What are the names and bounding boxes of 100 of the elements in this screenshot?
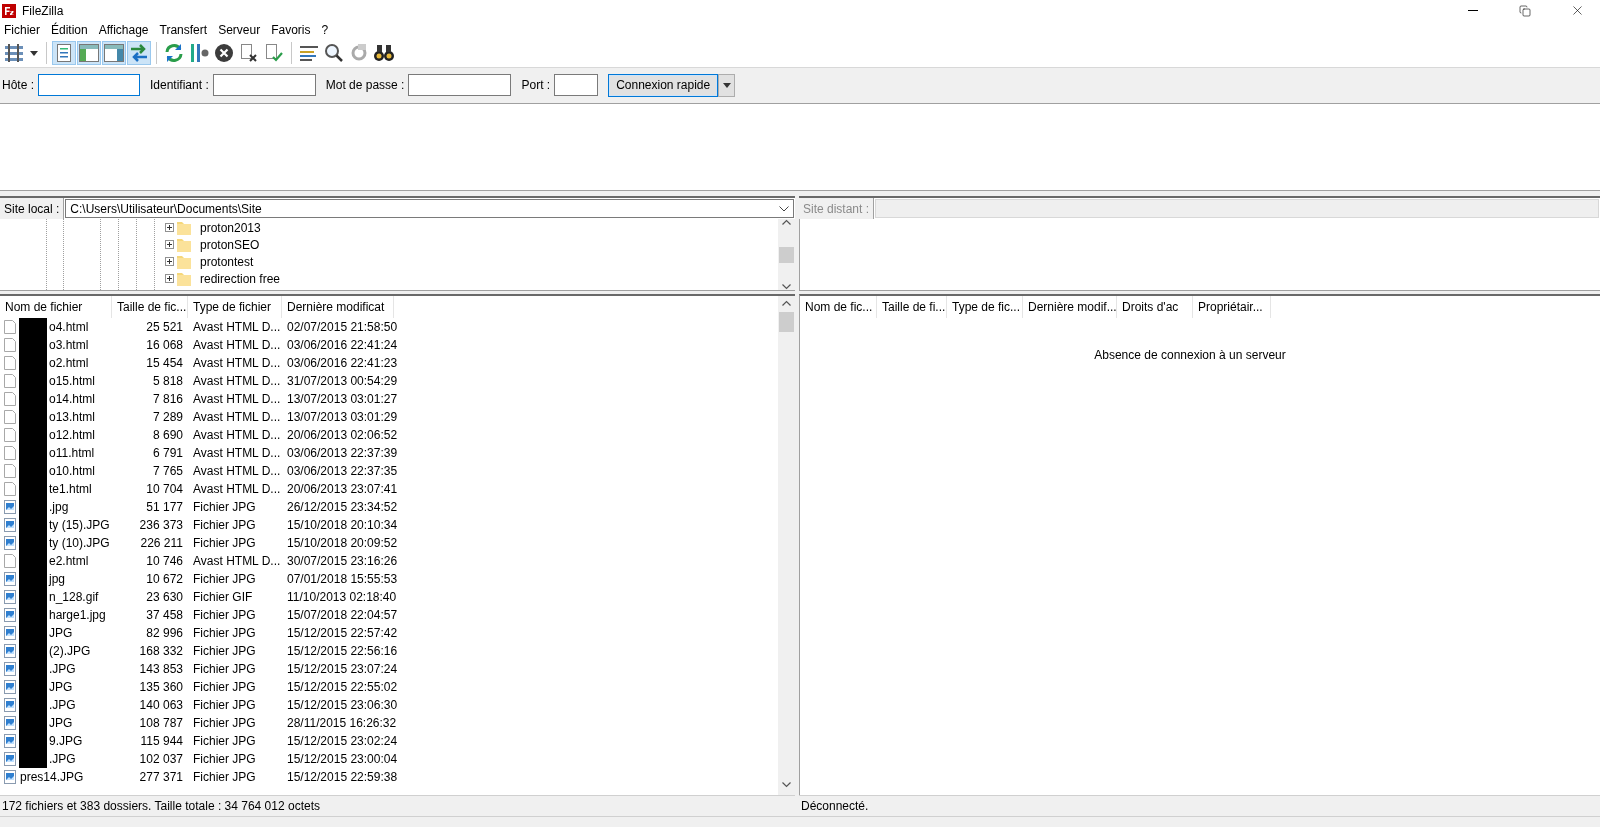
input-field[interactable]: [212, 74, 316, 96]
expand-toggle[interactable]: [165, 240, 174, 249]
expand-toggle[interactable]: [165, 223, 174, 232]
file-name: o4.html: [49, 320, 89, 334]
binoculars-icon: [373, 44, 395, 62]
file-size: 15 454: [145, 356, 184, 370]
column-header[interactable]: Taille de fi...: [877, 296, 947, 318]
column-header[interactable]: Nom de fic...: [800, 296, 877, 318]
scroll-down-icon[interactable]: [782, 782, 791, 788]
file-type: Fichier JPG: [192, 734, 257, 748]
folder-icon: [177, 254, 191, 269]
file-name: (2).JPG: [49, 644, 91, 658]
expand-toggle[interactable]: [165, 274, 174, 283]
caret-icon: [722, 82, 731, 88]
file-name: harge1.jpg: [49, 608, 106, 622]
menu-item[interactable]: ?: [321, 21, 336, 39]
file-name: o10.html: [49, 464, 96, 478]
toolbar-button[interactable]: [2, 41, 26, 65]
file-size: 8 690: [151, 428, 184, 442]
file-type: Fichier JPG: [192, 698, 257, 712]
file-name: ty (10).JPG: [49, 536, 110, 550]
image-file-icon: [4, 626, 16, 640]
column-header[interactable]: Taille de fic...: [112, 296, 188, 318]
menu-item[interactable]: Transfert: [159, 21, 215, 39]
file-name: 9.JPG: [49, 734, 83, 748]
file-type: Fichier JPG: [192, 608, 257, 622]
file-icon: [4, 356, 16, 370]
refresh-icon: [164, 43, 184, 63]
file-type: Fichier JPG: [192, 680, 257, 694]
folder-name[interactable]: protonSEO: [200, 237, 260, 252]
scrollbar-thumb[interactable]: [779, 246, 794, 263]
folder-name[interactable]: redirection free: [200, 271, 281, 286]
file-name: o12.html: [49, 428, 96, 442]
expand-toggle[interactable]: [165, 257, 174, 266]
quickconnect-button[interactable]: Connexion rapide: [608, 73, 719, 97]
path-field[interactable]: [875, 199, 1599, 218]
folder-name[interactable]: protontest: [200, 254, 254, 269]
file-size: 16 068: [145, 338, 184, 352]
document-cross-icon: [239, 43, 259, 63]
file-icon: [4, 464, 16, 478]
file-size: 51 177: [145, 500, 184, 514]
file-size: 6 791: [151, 446, 184, 460]
file-icon: [4, 554, 16, 568]
image-file-icon: [4, 500, 16, 514]
input-field[interactable]: [554, 74, 599, 96]
file-type: Fichier JPG: [192, 644, 257, 658]
column-header[interactable]: Type de fic...: [947, 296, 1023, 318]
file-name: ty (15).JPG: [49, 518, 110, 532]
image-file-icon: [4, 608, 16, 622]
path-field[interactable]: C:\Users\Utilisateur\Documents\Site: [65, 199, 794, 218]
file-name: e2.html: [49, 554, 89, 568]
file-type: Avast HTML D...: [192, 356, 282, 370]
file-name: o14.html: [49, 392, 96, 406]
file-date: 28/11/2015 16:26:32: [286, 716, 394, 730]
image-file-icon: [4, 590, 16, 604]
scroll-down-icon[interactable]: [782, 284, 791, 290]
file-type: Fichier JPG: [192, 500, 257, 514]
scroll-up-icon[interactable]: [782, 300, 791, 306]
file-name: n_128.gif: [49, 590, 99, 604]
toolbar-button[interactable]: [212, 41, 236, 65]
image-file-icon: [4, 716, 16, 730]
file-icon: [4, 392, 16, 406]
caret-icon: [30, 50, 38, 56]
column-header[interactable]: Propriétair...: [1193, 296, 1271, 318]
menu-item[interactable]: Fichier: [4, 21, 47, 39]
menu-item[interactable]: Favoris: [271, 21, 318, 39]
column-header[interactable]: Dernière modificat: [282, 296, 394, 318]
file-name: o3.html: [49, 338, 89, 352]
folder-name[interactable]: proton2013: [200, 220, 261, 235]
image-file-icon: [4, 536, 16, 550]
input-field[interactable]: [38, 74, 140, 96]
file-type: Avast HTML D...: [192, 446, 282, 460]
image-file-icon: [4, 752, 16, 766]
file-type: Avast HTML D...: [192, 392, 282, 406]
image-file-icon: [4, 662, 16, 676]
input-field[interactable]: [408, 74, 512, 96]
scrollbar-thumb[interactable]: [779, 312, 794, 332]
file-type: Fichier JPG: [192, 518, 257, 532]
column-header[interactable]: Type de fichier: [188, 296, 282, 318]
file-icon: [4, 482, 16, 496]
field-label: Mot de passe :: [325, 78, 405, 92]
file-name: JPG: [49, 716, 73, 730]
scroll-up-icon[interactable]: [782, 219, 791, 225]
menu-item[interactable]: Édition: [51, 21, 95, 39]
search-icon: [324, 43, 344, 63]
file-size: 140 063: [138, 698, 184, 712]
column-header[interactable]: Droits d'ac: [1117, 296, 1193, 318]
transfer-arrows-icon: [129, 44, 149, 62]
file-size: 5 818: [151, 374, 184, 388]
file-name: JPG: [49, 680, 73, 694]
file-name: o15.html: [49, 374, 96, 388]
dropdown-button[interactable]: [718, 73, 736, 97]
field-label: Identifiant :: [150, 78, 209, 92]
file-size: 168 332: [138, 644, 184, 658]
file-size: 115 944: [139, 734, 184, 748]
file-size: 236 373: [138, 518, 184, 532]
menu-item[interactable]: Affichage: [98, 21, 156, 39]
column-header[interactable]: Dernière modif...: [1023, 296, 1117, 318]
menu-item[interactable]: Serveur: [218, 21, 268, 39]
file-size: 10 704: [145, 482, 184, 496]
